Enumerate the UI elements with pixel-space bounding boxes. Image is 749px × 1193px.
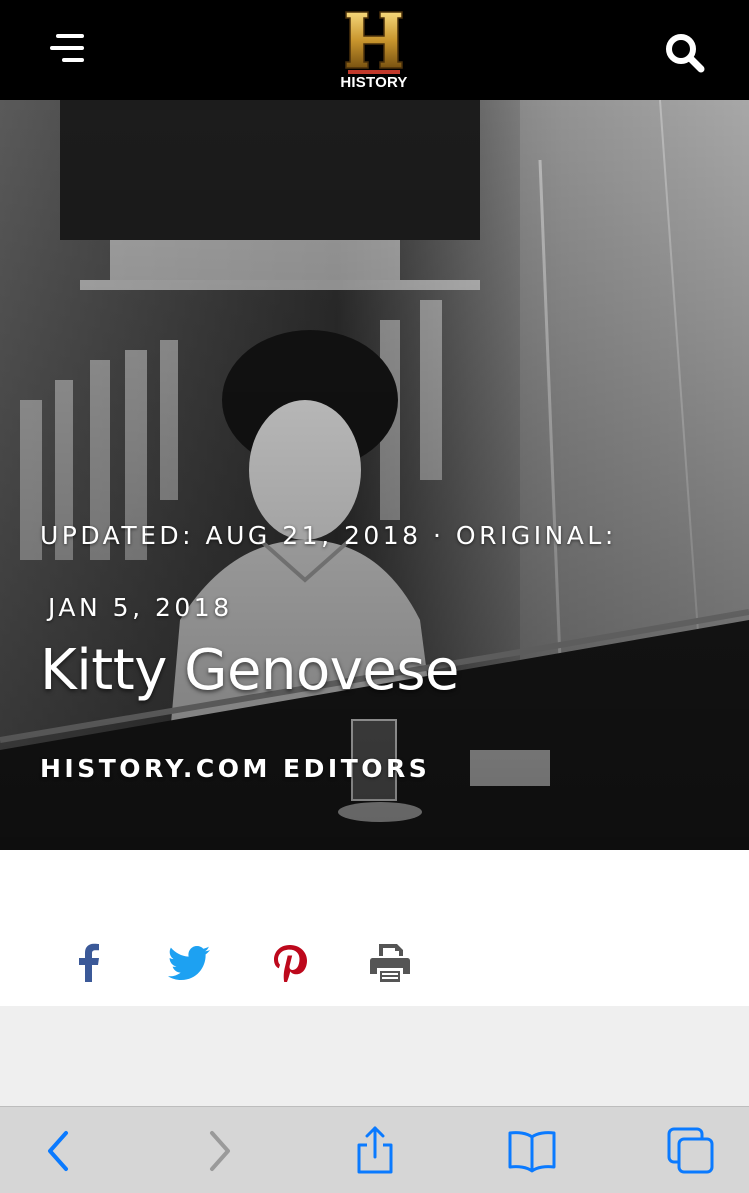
ad-placeholder <box>0 1006 749 1106</box>
hamburger-menu-icon[interactable] <box>44 30 90 70</box>
facebook-icon[interactable] <box>64 938 114 988</box>
back-icon[interactable] <box>34 1125 84 1175</box>
hero-image: UPDATED: AUG 21, 2018 · ORIGINAL: JAN 5,… <box>0 100 749 850</box>
pinterest-icon[interactable] <box>265 938 315 988</box>
bookmarks-icon[interactable] <box>507 1125 557 1175</box>
article-date-original: JAN 5, 2018 <box>48 593 233 622</box>
article-date-updated: UPDATED: AUG 21, 2018 · ORIGINAL: <box>40 521 617 550</box>
logo-wordmark: HISTORY <box>340 74 408 91</box>
share-icon[interactable] <box>350 1125 400 1175</box>
forward-icon[interactable] <box>194 1125 244 1175</box>
site-header: HISTORY <box>0 0 749 100</box>
print-icon[interactable] <box>365 938 415 988</box>
article-title: Kitty Genovese <box>40 638 459 703</box>
search-icon[interactable] <box>664 32 706 74</box>
share-bar <box>0 850 749 1006</box>
menu-line <box>62 58 84 62</box>
article-author[interactable]: HISTORY.COM EDITORS <box>40 754 430 783</box>
hero-photo <box>0 100 749 850</box>
history-logo-mark <box>345 11 403 74</box>
tabs-icon[interactable] <box>666 1125 716 1175</box>
history-logo[interactable]: HISTORY <box>332 10 416 92</box>
menu-line <box>56 34 84 38</box>
menu-line <box>50 46 84 50</box>
twitter-icon[interactable] <box>164 938 214 988</box>
browser-toolbar <box>0 1106 749 1193</box>
article-dates: UPDATED: AUG 21, 2018 · ORIGINAL: JAN 5,… <box>40 500 680 644</box>
